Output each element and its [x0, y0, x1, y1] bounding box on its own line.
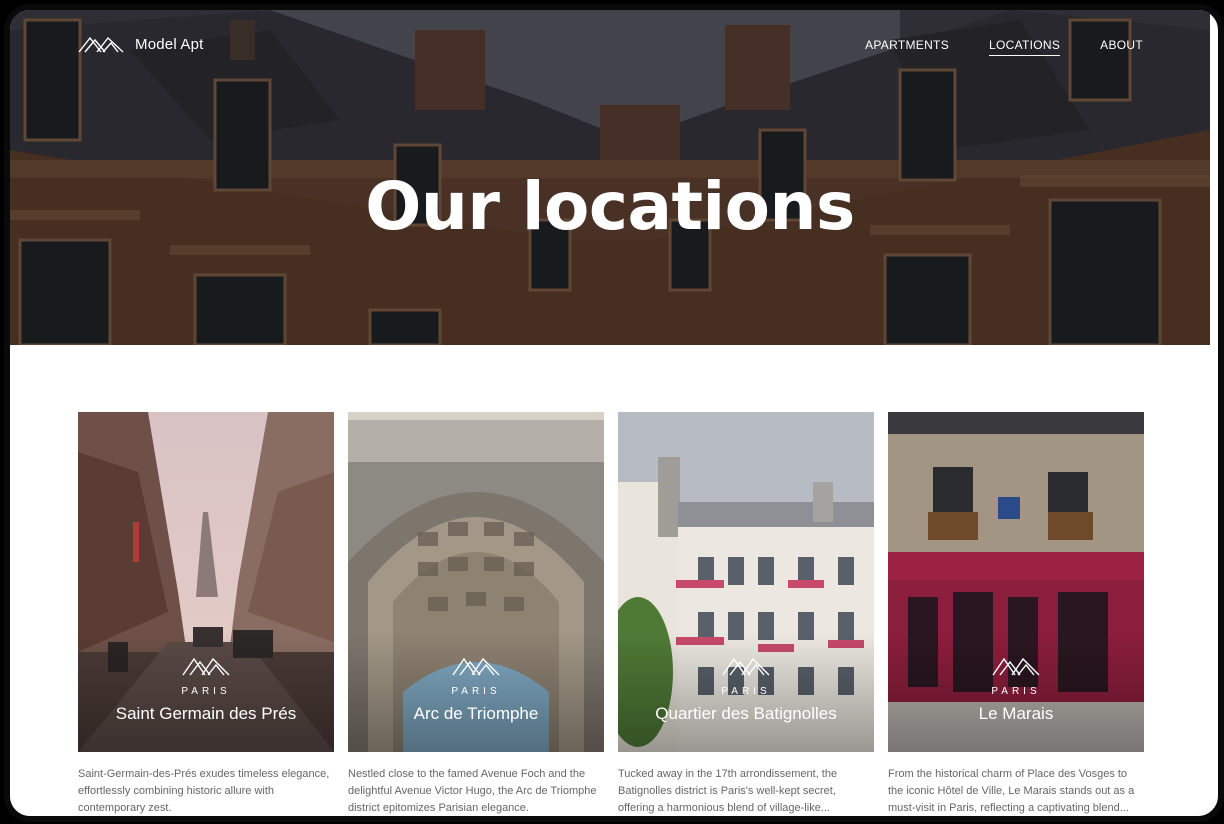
location-city: PARIS: [451, 686, 501, 697]
page: Model Apt APARTMENTS LOCATIONS ABOUT Our…: [10, 10, 1210, 816]
location-description: Tucked away in the 17th arrondissement, …: [618, 768, 838, 814]
location-description: Nestled close to the famed Avenue Foch a…: [348, 768, 597, 814]
location-name[interactable]: Saint Germain des Prés: [78, 704, 334, 724]
location-name[interactable]: Arc de Triomphe: [348, 704, 604, 724]
nav-menu: APARTMENTS LOCATIONS ABOUT: [825, 38, 1143, 56]
location-card-arc-de-triomphe[interactable]: PARIS Arc de Triomphe Nestled close to t…: [348, 412, 604, 816]
location-city: PARIS: [721, 686, 771, 697]
location-image[interactable]: PARIS Le Marais: [888, 412, 1144, 752]
page-title: Our locations: [365, 168, 855, 245]
top-navigation: Model Apt APARTMENTS LOCATIONS ABOUT: [10, 10, 1210, 90]
brand-name: Model Apt: [135, 35, 204, 53]
location-image[interactable]: PARIS Saint Germain des Prés: [78, 412, 334, 752]
location-name[interactable]: Quartier des Batignolles: [618, 704, 874, 724]
location-city: PARIS: [181, 686, 231, 697]
nav-link-apartments[interactable]: APARTMENTS: [865, 38, 949, 56]
location-card-saint-germain[interactable]: PARIS Saint Germain des Prés Saint-Germa…: [78, 412, 334, 816]
location-description: Saint-Germain-des-Prés exudes timeless e…: [78, 768, 330, 814]
location-card-batignolles[interactable]: PARIS Quartier des Batignolles Tucked aw…: [618, 412, 874, 816]
locations-grid: PARIS Saint Germain des Prés Saint-Germa…: [78, 412, 1144, 816]
nav-link-about[interactable]: ABOUT: [1100, 38, 1143, 56]
location-description: From the historical charm of Place des V…: [888, 768, 1135, 814]
nav-link-locations[interactable]: LOCATIONS: [989, 38, 1061, 56]
hero-section: Model Apt APARTMENTS LOCATIONS ABOUT Our…: [10, 10, 1210, 345]
device-frame: Model Apt APARTMENTS LOCATIONS ABOUT Our…: [4, 4, 1224, 822]
location-name[interactable]: Le Marais: [888, 704, 1144, 724]
mountain-logo-icon: [78, 35, 124, 53]
location-image[interactable]: PARIS Arc de Triomphe: [348, 412, 604, 752]
location-city: PARIS: [991, 686, 1041, 697]
brand-logo[interactable]: Model Apt: [78, 35, 204, 53]
location-image[interactable]: PARIS Quartier des Batignolles: [618, 412, 874, 752]
location-card-le-marais[interactable]: PARIS Le Marais From the historical char…: [888, 412, 1144, 816]
